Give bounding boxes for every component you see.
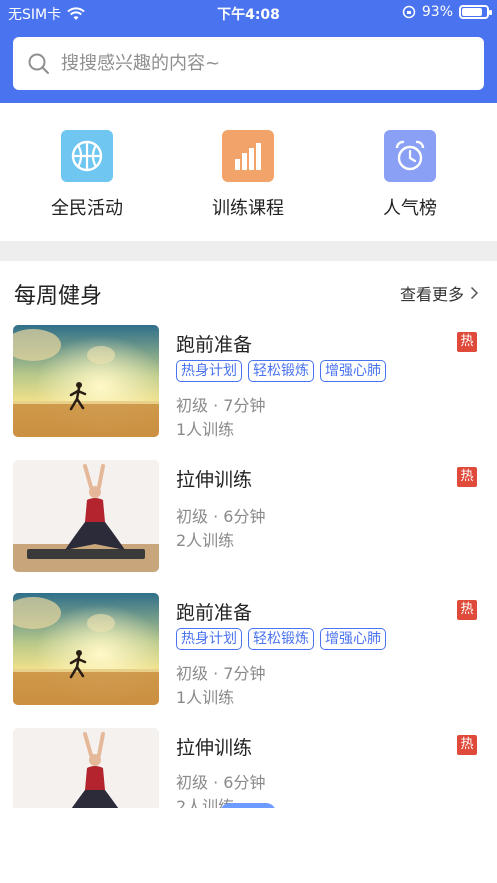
status-bar: 无SIM卡 下午4:08 93% bbox=[0, 0, 497, 26]
workout-title: 拉伸训练 bbox=[176, 469, 253, 491]
workout-meta: 初级 · 6分钟 bbox=[176, 507, 266, 526]
alarm-clock-icon bbox=[395, 140, 425, 171]
category-label: 全民活动 bbox=[51, 198, 123, 219]
tag-label: 热身计划 bbox=[176, 628, 242, 650]
hot-badge: 热 bbox=[457, 735, 477, 755]
category-tile bbox=[61, 130, 113, 182]
workout-meta: 初级 · 7分钟 bbox=[176, 396, 266, 415]
battery-percent: 93% bbox=[421, 4, 453, 20]
hot-badge: 热 bbox=[457, 600, 477, 620]
chevron-right-icon bbox=[470, 286, 479, 300]
tag-label: 热身计划 bbox=[176, 360, 242, 382]
section-divider bbox=[0, 241, 497, 261]
workout-thumbnail bbox=[13, 460, 159, 572]
battery-icon bbox=[459, 5, 492, 19]
category-activity[interactable]: 全民活动 bbox=[27, 130, 147, 220]
category-ranking[interactable]: 人气榜 bbox=[350, 130, 470, 220]
see-more-link[interactable]: 查看更多 bbox=[400, 281, 479, 305]
category-courses[interactable]: 训练课程 bbox=[188, 130, 308, 220]
yoga-stretch-image bbox=[13, 728, 159, 808]
workout-tags: 热身计划 轻松锻炼 增强心肺 bbox=[176, 360, 386, 382]
runner-beach-image bbox=[13, 325, 159, 437]
workout-people: 1人训练 bbox=[176, 688, 235, 707]
tag-label: 轻松锻炼 bbox=[248, 360, 314, 382]
workout-people: 2人训练 bbox=[176, 531, 235, 550]
runner-beach-image bbox=[13, 593, 159, 705]
search-input[interactable] bbox=[61, 53, 441, 74]
status-right: 93% bbox=[402, 4, 492, 20]
workout-thumbnail bbox=[13, 728, 159, 808]
workout-tags: 热身计划 轻松锻炼 增强心肺 bbox=[176, 628, 386, 650]
search-icon bbox=[28, 53, 49, 74]
category-label: 人气榜 bbox=[383, 198, 437, 219]
workout-title: 跑前准备 bbox=[176, 334, 253, 356]
workout-thumbnail bbox=[13, 325, 159, 437]
yoga-stretch-image bbox=[13, 460, 159, 572]
hot-badge: 热 bbox=[457, 467, 477, 487]
orientation-lock-icon bbox=[402, 5, 416, 19]
search-bar[interactable] bbox=[13, 37, 484, 90]
workout-item[interactable]: 跑前准备 热 热身计划 轻松锻炼 增强心肺 初级 · 7分钟 1人训练 bbox=[0, 320, 497, 440]
category-tile bbox=[222, 130, 274, 182]
workout-meta: 初级 · 6分钟 bbox=[176, 773, 266, 792]
category-label: 训练课程 bbox=[212, 198, 284, 219]
header-bar: 无SIM卡 下午4:08 93% bbox=[0, 0, 497, 103]
workout-title: 跑前准备 bbox=[176, 602, 253, 624]
workout-item[interactable]: 拉伸训练 热 初级 · 6分钟 2人训练 bbox=[0, 723, 497, 808]
basketball-icon bbox=[71, 140, 103, 172]
bottom-area bbox=[0, 808, 497, 883]
workout-meta: 初级 · 7分钟 bbox=[176, 664, 266, 683]
workout-thumbnail bbox=[13, 593, 159, 705]
tag-label: 增强心肺 bbox=[320, 628, 386, 650]
section-title: 每周健身 bbox=[14, 284, 103, 309]
battery-fill bbox=[462, 8, 483, 16]
bar-chart-icon bbox=[235, 143, 261, 170]
workout-item[interactable]: 跑前准备 热 热身计划 轻松锻炼 增强心肺 初级 · 7分钟 1人训练 bbox=[0, 588, 497, 708]
workout-list: 跑前准备 热 热身计划 轻松锻炼 增强心肺 初级 · 7分钟 1人训练 拉伸训练… bbox=[0, 320, 497, 808]
tag-label: 轻松锻炼 bbox=[248, 628, 314, 650]
tag-label: 增强心肺 bbox=[320, 360, 386, 382]
workout-title: 拉伸训练 bbox=[176, 737, 253, 759]
section-header: 每周健身 查看更多 bbox=[0, 261, 497, 321]
workout-people: 1人训练 bbox=[176, 420, 235, 439]
category-tile bbox=[384, 130, 436, 182]
see-more-label: 查看更多 bbox=[399, 285, 464, 304]
category-grid: 全民活动 训练课程 人气榜 bbox=[0, 103, 497, 241]
hot-badge: 热 bbox=[457, 332, 477, 352]
workout-item[interactable]: 拉伸训练 热 初级 · 6分钟 2人训练 bbox=[0, 455, 497, 575]
